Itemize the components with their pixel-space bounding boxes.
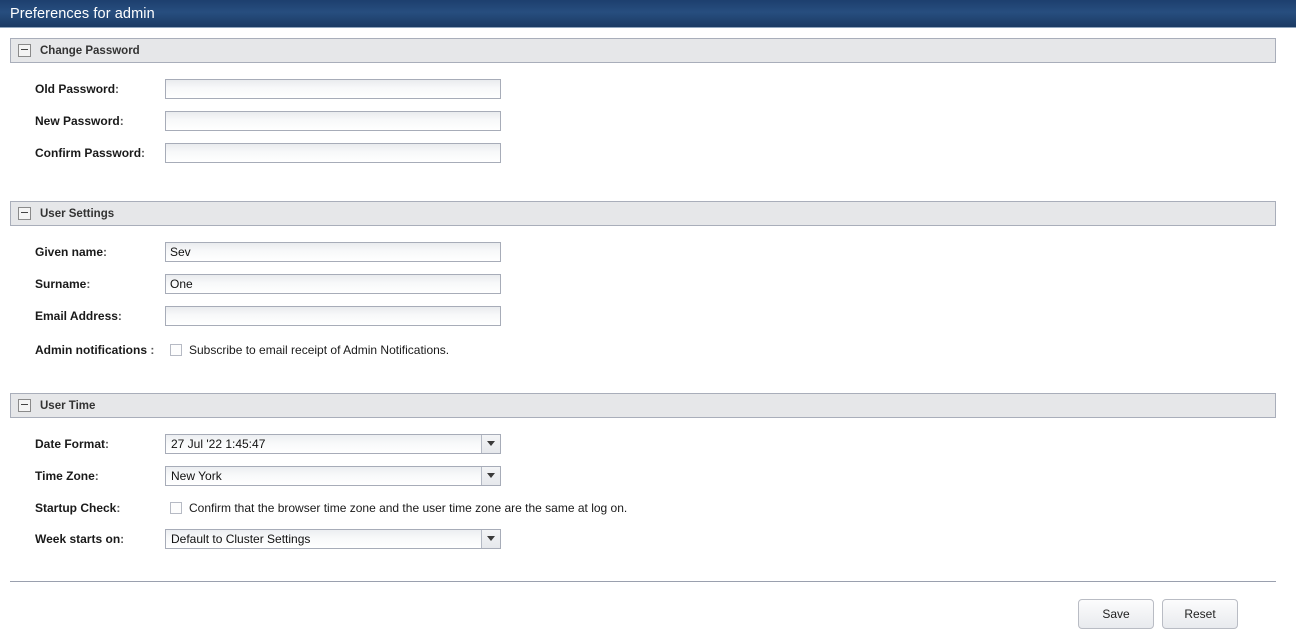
label-confirm-password: Confirm Password: [0, 146, 165, 160]
label-startup-check: Startup Check: [0, 501, 165, 515]
confirm-password-input[interactable] [165, 142, 501, 163]
date-format-dropdown-button[interactable] [481, 434, 500, 453]
section-title-change-password: Change Password [40, 44, 140, 57]
label-time-zone-colon: : [94, 468, 99, 483]
window-titlebar: Preferences for admin [0, 0, 1296, 28]
week-starts-on-value: Default to Cluster Settings [171, 531, 311, 546]
field-email-address [165, 305, 501, 326]
label-old-password: Old Password: [0, 82, 165, 96]
form-row-given-name: Given name: [0, 238, 1296, 265]
admin-notifications-checkbox-label: Subscribe to email receipt of Admin Noti… [189, 342, 450, 357]
form-row-confirm-password: Confirm Password: [0, 139, 1296, 166]
label-time-zone-text: Time Zone [35, 468, 95, 483]
label-email-address-colon: : [117, 308, 122, 323]
date-format-select[interactable]: 27 Jul '22 1:45:47 [165, 433, 501, 454]
label-startup-check-colon: : [116, 500, 121, 515]
field-old-password [165, 78, 501, 99]
field-given-name [165, 241, 501, 262]
label-given-name: Given name: [0, 245, 165, 259]
week-starts-on-dropdown-button[interactable] [481, 529, 500, 548]
label-surname-colon: : [86, 276, 91, 291]
form-row-surname: Surname: [0, 270, 1296, 297]
label-confirm-password-colon: : [141, 145, 146, 160]
given-name-input[interactable] [165, 241, 501, 262]
field-date-format: 27 Jul '22 1:45:47 [165, 433, 501, 454]
label-date-format: Date Format: [0, 437, 165, 451]
section-body-user-time: Date Format: 27 Jul '22 1:45:47 Time Zon… [0, 418, 1296, 563]
form-row-admin-notifications: Admin notifications : Subscribe to email… [0, 336, 1296, 363]
minus-box-icon[interactable] [18, 399, 31, 412]
section-title-user-settings: User Settings [40, 207, 115, 220]
chevron-down-icon [487, 441, 495, 446]
label-date-format-colon: : [105, 436, 110, 451]
label-new-password: New Password: [0, 114, 165, 128]
label-surname: Surname: [0, 277, 165, 291]
field-startup-check: Confirm that the browser time zone and t… [165, 501, 627, 515]
old-password-input[interactable] [165, 78, 501, 99]
week-starts-on-select[interactable]: Default to Cluster Settings [165, 528, 501, 549]
label-old-password-colon: : [115, 81, 120, 96]
label-admin-notifications-colon: : [150, 342, 155, 357]
label-date-format-text: Date Format [35, 436, 106, 451]
form-row-startup-check: Startup Check: Confirm that the browser … [0, 494, 1296, 521]
chevron-down-icon [487, 473, 495, 478]
reset-button[interactable]: Reset [1162, 599, 1238, 629]
form-row-time-zone: Time Zone: New York [0, 462, 1296, 489]
date-format-value: 27 Jul '22 1:45:47 [171, 436, 266, 451]
label-week-starts-on-colon: : [120, 531, 125, 546]
field-new-password [165, 110, 501, 131]
label-confirm-password-text: Confirm Password [35, 145, 142, 160]
minus-box-icon[interactable] [18, 44, 31, 57]
footer-actions: Save Reset [0, 582, 1296, 629]
field-time-zone: New York [165, 465, 501, 486]
label-week-starts-on: Week starts on: [0, 532, 165, 546]
new-password-input[interactable] [165, 110, 501, 131]
chevron-down-icon [487, 536, 495, 541]
form-row-old-password: Old Password: [0, 75, 1296, 102]
time-zone-value: New York [171, 468, 222, 483]
label-old-password-text: Old Password [35, 81, 116, 96]
time-zone-dropdown-button[interactable] [481, 466, 500, 485]
label-admin-notifications: Admin notifications : [0, 343, 165, 357]
label-email-address: Email Address: [0, 309, 165, 323]
section-header-user-time[interactable]: User Time [10, 393, 1276, 418]
section-header-change-password[interactable]: Change Password [10, 38, 1276, 63]
form-row-new-password: New Password: [0, 107, 1296, 134]
field-confirm-password [165, 142, 501, 163]
minus-box-icon[interactable] [18, 207, 31, 220]
field-week-starts-on: Default to Cluster Settings [165, 528, 501, 549]
page-title: Preferences for admin [10, 5, 155, 22]
label-email-address-text: Email Address [35, 308, 118, 323]
label-admin-notifications-text: Admin notifications [35, 342, 151, 357]
save-button[interactable]: Save [1078, 599, 1154, 629]
surname-input[interactable] [165, 273, 501, 294]
preferences-content: Change Password Old Password: New Passwo… [0, 38, 1296, 629]
form-row-date-format: Date Format: 27 Jul '22 1:45:47 [0, 430, 1296, 457]
section-header-user-settings[interactable]: User Settings [10, 201, 1276, 226]
form-row-email-address: Email Address: [0, 302, 1296, 329]
section-body-change-password: Old Password: New Password: Confirm Pass… [0, 63, 1296, 177]
label-startup-check-text: Startup Check [35, 500, 117, 515]
label-given-name-text: Given name [35, 244, 104, 259]
time-zone-select[interactable]: New York [165, 465, 501, 486]
label-new-password-text: New Password [35, 113, 120, 128]
field-surname [165, 273, 501, 294]
admin-notifications-checkbox[interactable] [170, 343, 182, 356]
label-new-password-colon: : [119, 113, 124, 128]
label-surname-text: Surname [35, 276, 87, 291]
form-row-week-starts-on: Week starts on: Default to Cluster Setti… [0, 525, 1296, 552]
section-body-user-settings: Given name: Surname: Email Address: Admi… [0, 226, 1296, 369]
label-given-name-colon: : [103, 244, 108, 259]
startup-check-checkbox-label: Confirm that the browser time zone and t… [189, 500, 628, 515]
startup-check-checkbox[interactable] [170, 501, 182, 514]
label-week-starts-on-text: Week starts on [35, 531, 121, 546]
email-address-input[interactable] [165, 305, 501, 326]
section-title-user-time: User Time [40, 399, 96, 412]
field-admin-notifications: Subscribe to email receipt of Admin Noti… [165, 343, 449, 357]
label-time-zone: Time Zone: [0, 469, 165, 483]
